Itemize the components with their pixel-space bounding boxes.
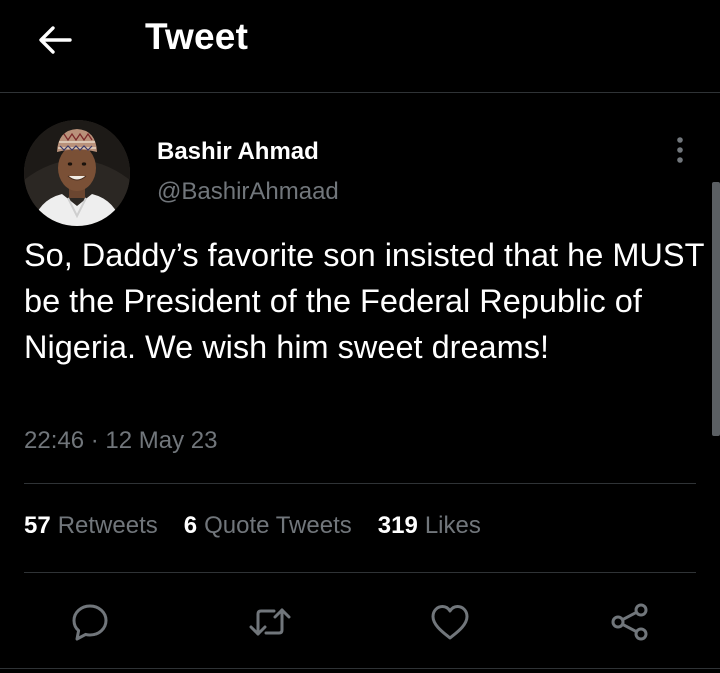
retweet-button[interactable]	[246, 598, 294, 646]
likes-stat[interactable]: 319 Likes	[378, 512, 481, 540]
retweets-stat[interactable]: 57 Retweets	[24, 512, 158, 540]
divider	[24, 572, 696, 573]
likes-label: Likes	[424, 512, 481, 539]
tweet-stats: 57 Retweets 6 Quote Tweets 319 Likes	[24, 512, 481, 540]
like-button[interactable]	[426, 598, 474, 646]
reply-icon	[72, 604, 108, 641]
reply-button[interactable]	[66, 598, 114, 646]
tweet-text: So, Daddy’s favorite son insisted that h…	[24, 237, 704, 365]
author-handle[interactable]: @BashirAhmaad	[157, 178, 339, 206]
share-icon	[611, 603, 648, 641]
back-button[interactable]	[30, 18, 80, 62]
author-name[interactable]: Bashir Ahmad	[157, 138, 319, 166]
quotes-count: 6	[183, 512, 198, 539]
page-title: Tweet	[145, 16, 249, 57]
action-bar	[0, 598, 720, 646]
quote-tweets-stat[interactable]: 6 Quote Tweets	[184, 512, 352, 540]
avatar[interactable]	[24, 120, 130, 226]
arrow-left-icon	[39, 26, 72, 54]
retweet-icon	[249, 608, 291, 636]
retweets-count: 57	[24, 512, 51, 539]
quotes-label: Quote Tweets	[204, 512, 352, 539]
more-vertical-icon	[677, 137, 683, 163]
retweets-label: Retweets	[57, 512, 158, 539]
likes-count: 319	[377, 512, 418, 539]
divider	[0, 668, 720, 669]
like-icon	[431, 605, 469, 640]
profile-photo	[24, 120, 130, 226]
tweet-timestamp[interactable]: 22:46 · 12 May 23	[24, 427, 217, 455]
scrollbar[interactable]	[712, 182, 720, 436]
more-options-button[interactable]	[664, 130, 696, 170]
top-bar: Tweet	[0, 0, 720, 93]
share-button[interactable]	[606, 598, 654, 646]
divider	[24, 483, 696, 484]
